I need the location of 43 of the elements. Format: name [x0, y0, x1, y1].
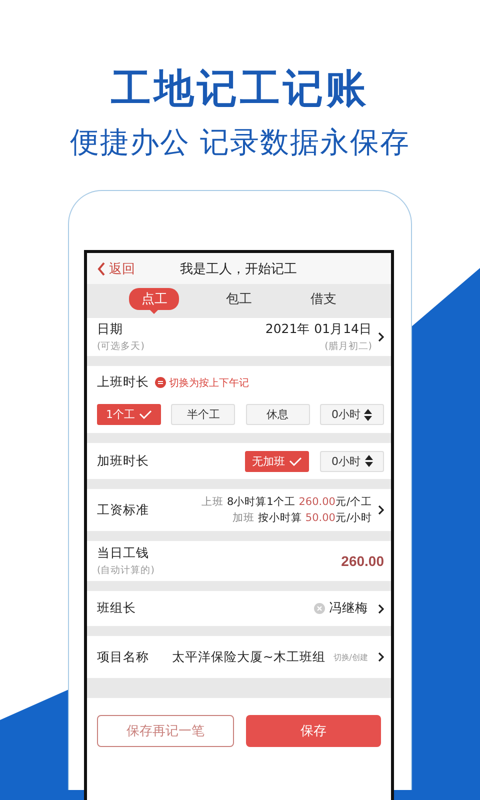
daily-pay-amount: 260.00	[341, 553, 384, 569]
clear-icon[interactable]	[314, 603, 325, 614]
back-chevron-icon	[97, 262, 106, 276]
field-label: 班组长	[97, 600, 136, 617]
field-label: 项目名称	[97, 648, 149, 666]
tab[interactable]: 包工	[214, 288, 264, 310]
wage-rule: 上班 8小时算1个工 260.00元/个工	[202, 495, 372, 509]
up-down-arrows-icon	[364, 408, 372, 420]
back-button[interactable]: 返回	[97, 260, 135, 278]
chevron-icon	[378, 505, 384, 515]
option-button[interactable]: 半个工	[171, 404, 236, 425]
chevron-icon	[378, 604, 384, 614]
option-button[interactable]: 无加班	[245, 450, 309, 472]
switch-mode-link[interactable]: 切换为按上下午记	[169, 376, 249, 390]
field-label: 工资标准	[97, 502, 149, 518]
screen-title: 我是工人，开始记工	[180, 260, 297, 278]
up-down-arrows-icon	[364, 455, 372, 467]
field-hint: (自动计算的)	[97, 564, 154, 577]
check-icon	[139, 410, 152, 419]
field-hint: (可选多天)	[97, 340, 144, 353]
tab[interactable]: 借支	[298, 288, 349, 310]
option-button[interactable]: 休息	[246, 404, 310, 425]
lunar-date: (腊月初二)	[324, 340, 372, 353]
switch-icon	[155, 377, 166, 388]
wage-rule: 加班 按小时算 50.00元/小时	[232, 511, 372, 525]
option-button[interactable]: 1个工	[97, 404, 161, 425]
hours-stepper[interactable]: 0小时	[320, 404, 384, 425]
leader-name[interactable]: 冯继梅	[329, 600, 368, 617]
field-label: 当日工钱	[97, 545, 150, 562]
subheadline: 便捷办公 记录数据永保存	[68, 124, 412, 160]
project-name[interactable]: 太平洋保险大厦~木工班组	[172, 648, 326, 666]
tab[interactable]: 点工	[129, 288, 180, 310]
field-label: 加班时长	[97, 452, 149, 470]
tab-indicator-icon	[149, 309, 160, 314]
hours-stepper[interactable]: 0小时	[320, 450, 384, 472]
save-button[interactable]: 保存	[246, 715, 381, 747]
check-icon	[289, 456, 302, 466]
date-value[interactable]: 2021年 01月14日	[265, 321, 372, 338]
chevron-icon	[378, 652, 384, 662]
field-label: 日期	[97, 321, 124, 338]
chevron-icon	[378, 332, 384, 342]
field-label: 上班时长	[97, 374, 149, 391]
headline: 工地记工记账	[110, 65, 370, 114]
